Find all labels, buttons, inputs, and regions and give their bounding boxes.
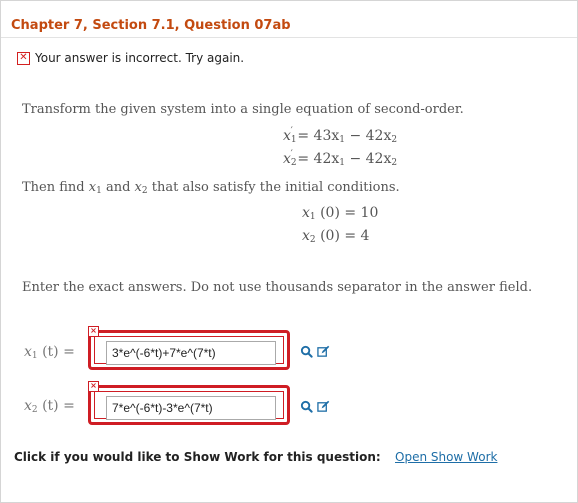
edit-icon[interactable] [317,345,330,358]
show-work-prompt: Click if you would like to Show Work for… [14,450,381,464]
feedback-message: Your answer is incorrect. Try again. [35,51,245,65]
equation-1: x1′ = 43x1 − 42x2 [283,126,398,145]
initial-condition-1: x1 (0) = 10 [302,205,379,222]
answer-2-input[interactable]: 7*e^(-6*t)-3*e^(7*t) [106,396,276,420]
then-find-text: Then find x1 and x2 that also satisfy th… [22,180,400,196]
answer-1-error-box: × 3*e^(-6*t)+7*e^(7*t) [88,326,290,370]
answer-2-label: x2 (t) = [24,398,75,415]
search-icon[interactable] [300,400,313,413]
equation-2: x2′ = 42x1 − 42x2 [283,149,398,168]
search-icon[interactable] [300,345,313,358]
open-show-work-link[interactable]: Open Show Work [395,450,497,464]
question-intro: Transform the given system into a single… [22,102,464,117]
answer-2-tools [300,400,330,413]
error-x-icon: ✕ [17,51,30,65]
answer-1-label: x1 (t) = [24,344,75,361]
answer-2-error-box: × 7*e^(-6*t)-3*e^(7*t) [88,381,290,425]
question-frame [0,0,578,503]
page-title: Chapter 7, Section 7.1, Question 07ab [11,18,291,33]
instructions-text: Enter the exact answers. Do not use thou… [22,280,533,295]
answer-1-input[interactable]: 3*e^(-6*t)+7*e^(7*t) [106,341,276,365]
initial-condition-2: x2 (0) = 4 [302,228,370,245]
answer-1-tools [300,345,330,358]
header-divider [1,37,577,38]
feedback-banner: ✕ Your answer is incorrect. Try again. [17,51,244,65]
edit-icon[interactable] [317,400,330,413]
